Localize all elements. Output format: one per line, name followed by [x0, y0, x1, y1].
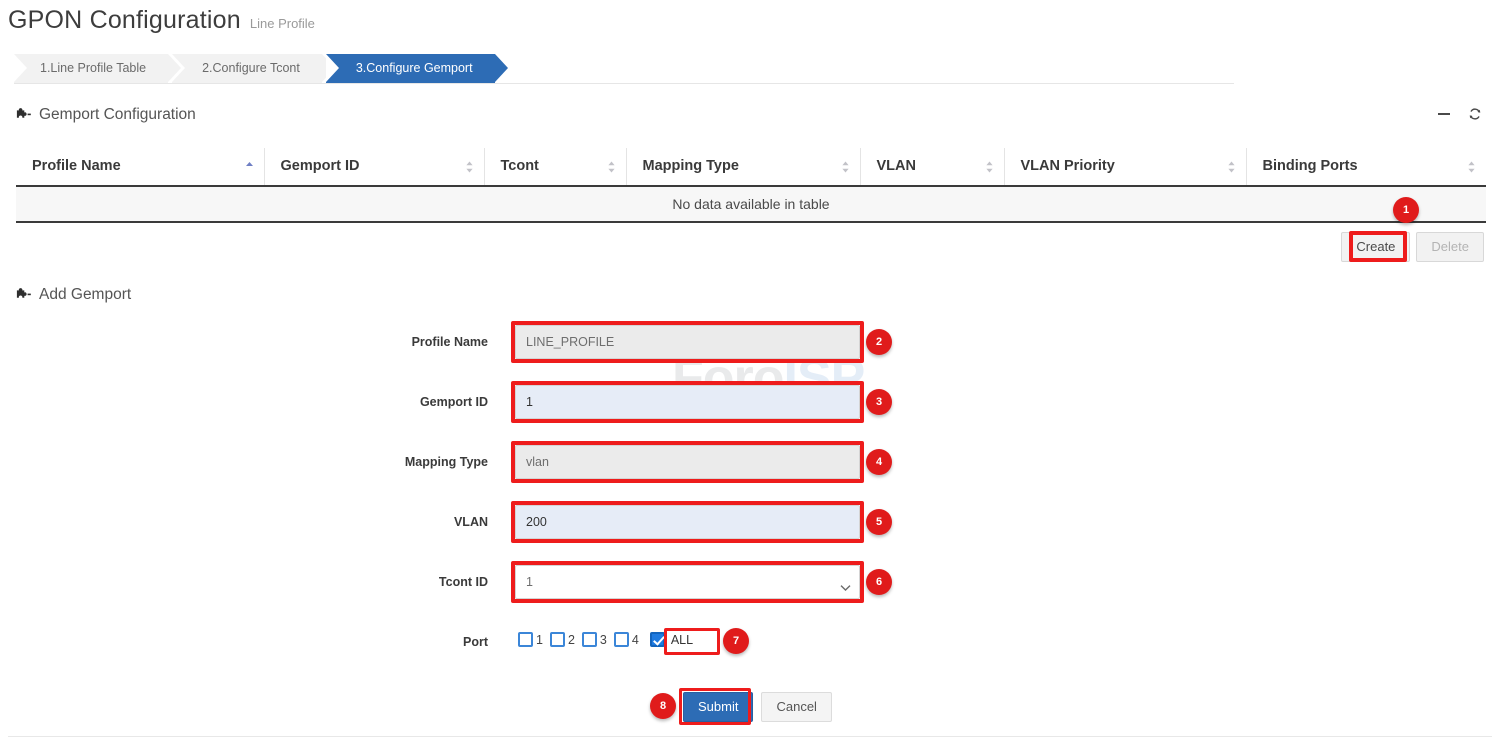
sort-asc-icon	[245, 160, 254, 174]
sort-none-icon	[1227, 160, 1236, 174]
field-row-mapping-type: Mapping Type 4	[0, 438, 1500, 498]
stepper-divider	[14, 83, 1234, 84]
form-actions: Submit Cancel	[683, 692, 832, 722]
port-label: 3	[600, 633, 607, 647]
label-tcont-id: Tcont ID	[300, 565, 488, 599]
port-checkbox-3[interactable]: 3	[582, 632, 607, 647]
label-vlan: VLAN	[300, 505, 488, 539]
column-label: Profile Name	[32, 158, 121, 174]
column-label: VLAN Priority	[1021, 158, 1115, 174]
sort-none-icon	[1467, 160, 1476, 174]
checkbox-icon[interactable]	[614, 632, 629, 647]
wizard-stepper: 1.Line Profile Table 2.Configure Tcont 3…	[14, 54, 499, 83]
step-configure-tcont[interactable]: 2.Configure Tcont	[172, 54, 322, 83]
port-label: 2	[568, 633, 575, 647]
page-header: GPON Configuration Line Profile	[8, 6, 315, 35]
badge-4: 4	[866, 449, 892, 475]
panel-title: Gemport Configuration	[39, 106, 196, 124]
label-gemport-id: Gemport ID	[300, 385, 488, 419]
table-empty-row: No data available in table	[16, 186, 1486, 222]
gemport-table: Profile Name Gemport ID Tcont Mapping Ty…	[16, 148, 1486, 223]
port-checkbox-all[interactable]: ALL	[650, 632, 693, 647]
badge-6: 6	[866, 569, 892, 595]
column-header-mapping-type[interactable]: Mapping Type	[626, 148, 860, 186]
port-label: ALL	[671, 633, 693, 647]
column-label: Binding Ports	[1263, 158, 1358, 174]
section-title: Add Gemport	[39, 286, 131, 304]
port-checkbox-4[interactable]: 4	[614, 632, 639, 647]
badge-3: 3	[866, 389, 892, 415]
column-header-profile-name[interactable]: Profile Name	[16, 148, 264, 186]
page-subtitle: Line Profile	[250, 16, 315, 31]
cancel-button[interactable]: Cancel	[761, 692, 831, 722]
badge-2: 2	[866, 329, 892, 355]
column-label: Gemport ID	[281, 158, 360, 174]
field-row-vlan: VLAN 5	[0, 498, 1500, 558]
submit-button[interactable]: Submit	[683, 692, 753, 722]
tcont-id-select[interactable]: 1	[515, 565, 860, 599]
gemport-configuration-header: Gemport Configuration	[15, 106, 196, 124]
port-checkbox-2[interactable]: 2	[550, 632, 575, 647]
puzzle-icon	[15, 287, 31, 303]
column-header-gemport-id[interactable]: Gemport ID	[264, 148, 484, 186]
minimize-icon[interactable]	[1438, 113, 1450, 115]
profile-name-input[interactable]	[515, 325, 860, 359]
refresh-icon[interactable]	[1468, 107, 1482, 121]
column-label: Tcont	[501, 158, 539, 174]
column-header-tcont[interactable]: Tcont	[484, 148, 626, 186]
panel-tools	[1438, 107, 1482, 121]
add-gemport-form: Profile Name 2 Gemport ID 3 Mapping Type…	[0, 318, 1500, 618]
step-configure-gemport[interactable]: 3.Configure Gemport	[326, 54, 495, 83]
control-gemport-id	[515, 385, 860, 419]
port-label: 1	[536, 633, 543, 647]
control-profile-name	[515, 325, 860, 359]
empty-message: No data available in table	[16, 186, 1486, 222]
sort-none-icon	[985, 160, 994, 174]
column-label: Mapping Type	[643, 158, 739, 174]
port-checkbox-group: 1 2 3 4 ALL	[518, 632, 700, 647]
table-header-row: Profile Name Gemport ID Tcont Mapping Ty…	[16, 148, 1486, 186]
badge-8: 8	[650, 693, 676, 719]
badge-1: 1	[1393, 197, 1419, 223]
vlan-input[interactable]	[515, 505, 860, 539]
column-header-vlan-priority[interactable]: VLAN Priority	[1004, 148, 1246, 186]
add-gemport-header: Add Gemport	[15, 286, 131, 304]
label-port: Port	[300, 632, 488, 652]
field-row-gemport-id: Gemport ID 3	[0, 378, 1500, 438]
checkbox-icon[interactable]	[518, 632, 533, 647]
create-button[interactable]: Create	[1341, 232, 1410, 262]
checkbox-checked-icon[interactable]	[650, 632, 665, 647]
column-header-binding-ports[interactable]: Binding Ports	[1246, 148, 1486, 186]
sort-none-icon	[607, 160, 616, 174]
column-label: VLAN	[877, 158, 916, 174]
checkbox-icon[interactable]	[550, 632, 565, 647]
control-tcont-id: 1	[515, 565, 860, 599]
port-checkbox-1[interactable]: 1	[518, 632, 543, 647]
badge-7: 7	[723, 628, 749, 654]
control-vlan	[515, 505, 860, 539]
field-row-profile-name: Profile Name 2	[0, 318, 1500, 378]
badge-5: 5	[866, 509, 892, 535]
port-label: 4	[632, 633, 639, 647]
step-line-profile-table[interactable]: 1.Line Profile Table	[14, 54, 168, 83]
table-head: Profile Name Gemport ID Tcont Mapping Ty…	[16, 148, 1486, 186]
control-mapping-type	[515, 445, 860, 479]
page-root: ForoISP GPON ConfigurationLine Profile 1…	[0, 0, 1500, 744]
sort-none-icon	[465, 160, 474, 174]
gemport-id-input[interactable]	[515, 385, 860, 419]
footer-divider	[8, 736, 1492, 737]
table-body: No data available in table	[16, 186, 1486, 222]
column-header-vlan[interactable]: VLAN	[860, 148, 1004, 186]
label-mapping-type: Mapping Type	[300, 445, 488, 479]
label-profile-name: Profile Name	[300, 325, 488, 359]
page-title: GPON Configuration	[8, 6, 241, 35]
field-row-tcont-id: Tcont ID 1 6	[0, 558, 1500, 618]
mapping-type-input[interactable]	[515, 445, 860, 479]
table-actions: Create Delete	[1341, 232, 1484, 262]
puzzle-icon	[15, 107, 31, 123]
checkbox-icon[interactable]	[582, 632, 597, 647]
sort-none-icon	[841, 160, 850, 174]
delete-button[interactable]: Delete	[1416, 232, 1484, 262]
